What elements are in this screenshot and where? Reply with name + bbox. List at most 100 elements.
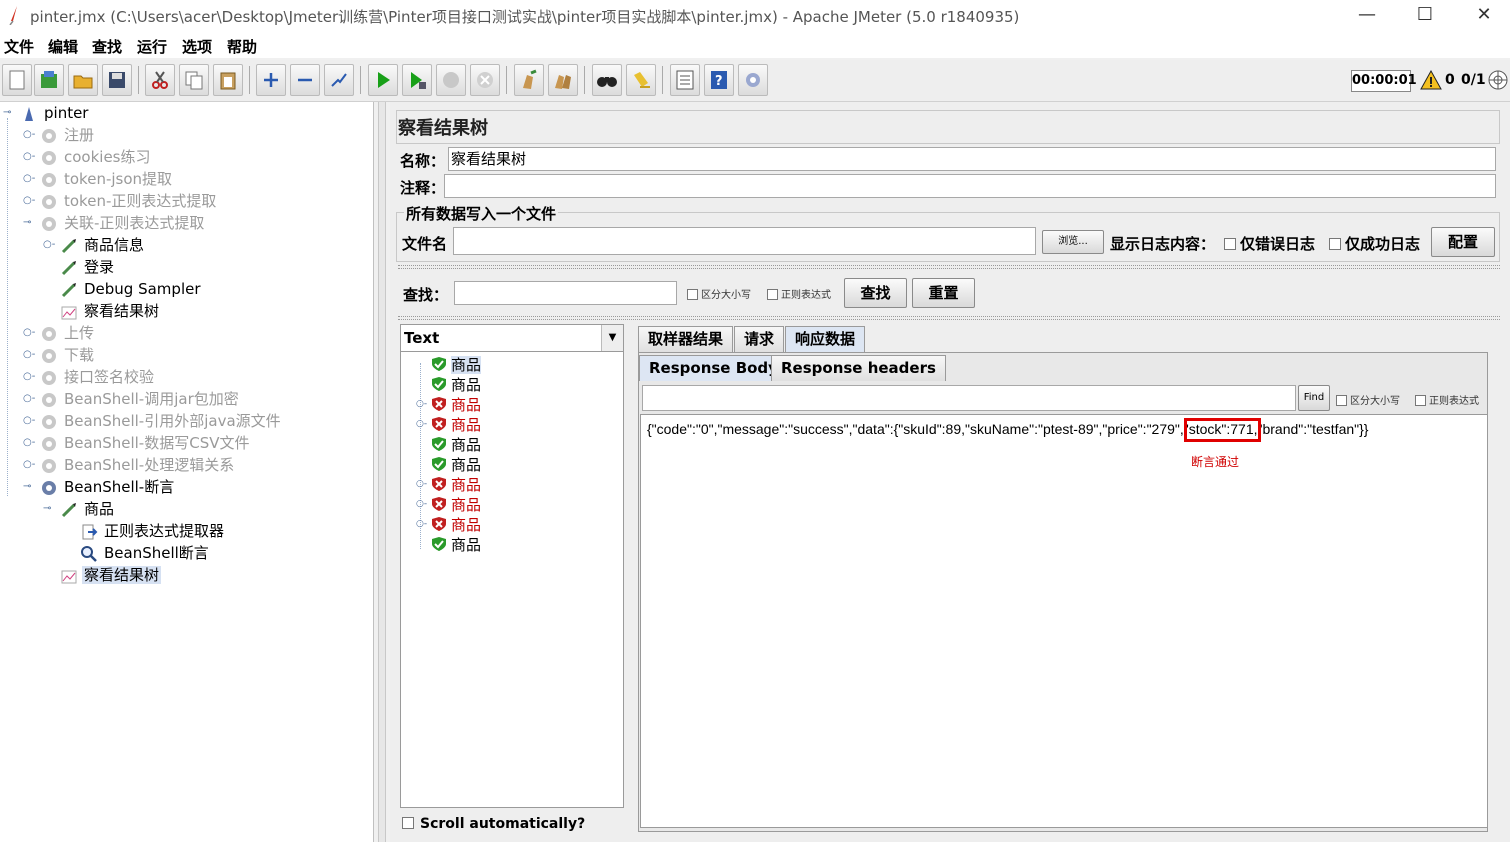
filename-input[interactable] xyxy=(453,227,1036,255)
tree-item[interactable]: BeanShell断言 xyxy=(80,542,211,564)
expand-toggle[interactable]: ○- xyxy=(416,399,427,409)
shutdown-button[interactable] xyxy=(470,64,500,96)
result-item[interactable]: 商品 xyxy=(431,535,481,555)
close-button[interactable]: ✕ xyxy=(1462,2,1506,28)
expand-toggle[interactable]: ○- xyxy=(23,349,35,360)
comment-input[interactable] xyxy=(444,174,1496,198)
tree-root-pinter[interactable]: pinter xyxy=(20,102,90,124)
stop-button[interactable] xyxy=(436,64,466,96)
warning-icon[interactable] xyxy=(1420,70,1442,90)
tab-request[interactable]: 请求 xyxy=(734,326,785,352)
tree-item[interactable]: BeanShell-断言 xyxy=(40,476,176,498)
tab-sampler-result[interactable]: 取样器结果 xyxy=(638,326,734,352)
name-input[interactable]: 察看结果树 xyxy=(448,147,1496,171)
expand-toggle[interactable]: ○- xyxy=(416,419,427,429)
result-item[interactable]: 商品 xyxy=(431,495,481,515)
menu-file[interactable]: 文件 xyxy=(4,36,34,57)
expand-toggle[interactable]: ○- xyxy=(23,129,35,140)
tree-item[interactable]: BeanShell-处理逻辑关系 xyxy=(40,454,236,476)
expand-toggle[interactable]: ○- xyxy=(416,519,427,529)
expand-toggle[interactable]: ○- xyxy=(416,499,427,509)
menu-search[interactable]: 查找 xyxy=(92,36,122,57)
expand-toggle[interactable]: ○- xyxy=(23,195,35,206)
response-find-button[interactable]: Find xyxy=(1298,385,1330,411)
tree-item[interactable]: 上传 xyxy=(40,322,96,344)
clear-all-button[interactable] xyxy=(548,64,578,96)
search-input[interactable] xyxy=(454,281,677,305)
tree-item[interactable]: cookies练习 xyxy=(40,146,153,168)
browse-button[interactable]: 浏览... xyxy=(1042,230,1104,254)
result-item[interactable]: 商品 xyxy=(431,415,481,435)
expand-toggle[interactable]: ○- xyxy=(23,415,35,426)
tree-item[interactable]: 商品 xyxy=(60,498,116,520)
cut-button[interactable] xyxy=(145,64,175,96)
search-button[interactable] xyxy=(592,64,622,96)
tree-item[interactable]: 察看结果树 xyxy=(60,300,161,322)
expand-all-button[interactable] xyxy=(256,64,286,96)
expand-toggle[interactable]: ⊸ xyxy=(43,503,51,514)
templates-button[interactable] xyxy=(34,64,64,96)
toggle-button[interactable] xyxy=(324,64,354,96)
expand-toggle[interactable]: ○- xyxy=(43,239,55,250)
new-button[interactable] xyxy=(2,64,32,96)
tree-item[interactable]: 关联-正则表达式提取 xyxy=(40,212,206,234)
reset-search-button[interactable] xyxy=(626,64,656,96)
menu-help[interactable]: 帮助 xyxy=(227,36,257,57)
result-item[interactable]: 商品 xyxy=(431,375,481,395)
start-no-pauses-button[interactable] xyxy=(402,64,432,96)
remote-button[interactable] xyxy=(738,64,768,96)
minimize-button[interactable]: — xyxy=(1345,2,1389,28)
menu-run[interactable]: 运行 xyxy=(137,36,167,57)
tab-response-headers[interactable]: Response headers xyxy=(771,355,946,381)
tree-item[interactable]: token-json提取 xyxy=(40,168,174,190)
expand-toggle[interactable]: ⊸ xyxy=(23,217,31,228)
menu-edit[interactable]: 编辑 xyxy=(48,36,78,57)
tree-item[interactable]: Debug Sampler xyxy=(60,278,203,300)
expand-toggle[interactable]: ⊸ xyxy=(23,481,31,492)
tree-item[interactable]: token-正则表达式提取 xyxy=(40,190,218,212)
help-button[interactable]: ? xyxy=(704,64,734,96)
find-button[interactable]: 查找 xyxy=(844,278,907,308)
result-item[interactable]: 商品 xyxy=(431,455,481,475)
splitter-handle[interactable] xyxy=(398,265,1500,269)
tree-item[interactable]: 商品信息 xyxy=(60,234,146,256)
tree-item[interactable]: 接口签名校验 xyxy=(40,366,156,388)
save-button[interactable] xyxy=(102,64,132,96)
tree-item[interactable]: 下载 xyxy=(40,344,96,366)
clear-button[interactable] xyxy=(514,64,544,96)
tab-response-body[interactable]: Response Body xyxy=(639,355,788,381)
regex-checkbox[interactable]: 正则表达式 xyxy=(767,286,831,301)
configure-button[interactable]: 配置 xyxy=(1431,227,1495,257)
tree-item[interactable]: 正则表达式提取器 xyxy=(80,520,226,542)
tree-item[interactable]: 察看结果树 xyxy=(60,564,162,586)
success-only-checkbox[interactable]: 仅成功日志 xyxy=(1329,233,1420,254)
tree-item[interactable]: BeanShell-调用jar包加密 xyxy=(40,388,241,410)
expand-toggle[interactable]: ○- xyxy=(23,371,35,382)
menu-options[interactable]: 选项 xyxy=(182,36,212,57)
result-item[interactable]: 商品 xyxy=(431,355,482,375)
paste-button[interactable] xyxy=(213,64,243,96)
copy-button[interactable] xyxy=(179,64,209,96)
tab-response-data[interactable]: 响应数据 xyxy=(785,326,866,352)
scroll-automatically-checkbox[interactable]: Scroll automatically? xyxy=(402,816,585,832)
open-button[interactable] xyxy=(68,64,98,96)
expand-toggle[interactable]: ○- xyxy=(23,327,35,338)
expand-toggle[interactable]: ○- xyxy=(23,437,35,448)
expand-toggle[interactable]: ⊸ xyxy=(3,107,11,118)
start-button[interactable] xyxy=(368,64,398,96)
tree-item[interactable]: BeanShell-数据写CSV文件 xyxy=(40,432,251,454)
result-item[interactable]: 商品 xyxy=(431,435,481,455)
errors-only-checkbox[interactable]: 仅错误日志 xyxy=(1224,233,1315,254)
result-item[interactable]: 商品 xyxy=(431,395,481,415)
renderer-select[interactable]: Text ▼ xyxy=(400,324,624,352)
response-body-text[interactable]: {"code":"0","message":"success","data":{… xyxy=(640,414,1488,828)
expand-toggle[interactable]: ○- xyxy=(23,151,35,162)
response-case-sensitive-checkbox[interactable]: 区分大小写 xyxy=(1336,392,1400,407)
tree-item[interactable]: BeanShell-引用外部java源文件 xyxy=(40,410,283,432)
result-item[interactable]: 商品 xyxy=(431,475,481,495)
split-pane-divider[interactable] xyxy=(378,102,386,842)
splitter-handle[interactable] xyxy=(398,316,1500,320)
result-item[interactable]: 商品 xyxy=(431,515,481,535)
case-sensitive-checkbox[interactable]: 区分大小写 xyxy=(687,286,751,301)
tree-item[interactable]: 注册 xyxy=(40,124,96,146)
